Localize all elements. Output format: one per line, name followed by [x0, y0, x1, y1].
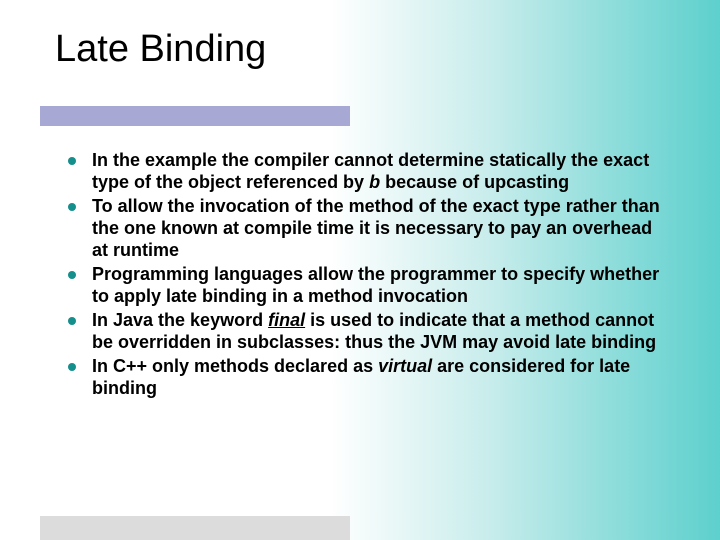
- title-underline-bar: [40, 106, 350, 126]
- bullet-emphasis: final: [268, 310, 305, 330]
- list-item: In C++ only methods declared as virtual …: [68, 356, 670, 400]
- list-item: In Java the keyword final is used to ind…: [68, 310, 670, 354]
- bullet-emphasis: b: [369, 172, 380, 192]
- bullet-text: Programming languages allow the programm…: [92, 264, 659, 306]
- slide-title: Late Binding: [55, 28, 266, 71]
- bullet-text: In Java the keyword: [92, 310, 268, 330]
- list-item: Programming languages allow the programm…: [68, 264, 670, 308]
- list-item: To allow the invocation of the method of…: [68, 196, 670, 262]
- bullet-emphasis: virtual: [378, 356, 432, 376]
- bullet-text: In C++ only methods declared as: [92, 356, 378, 376]
- bullet-text: To allow the invocation of the method of…: [92, 196, 660, 260]
- bullet-text: because of upcasting: [380, 172, 569, 192]
- bullet-list: In the example the compiler cannot deter…: [68, 150, 670, 399]
- content-area: In the example the compiler cannot deter…: [68, 150, 670, 401]
- footer-bar: [40, 516, 350, 540]
- list-item: In the example the compiler cannot deter…: [68, 150, 670, 194]
